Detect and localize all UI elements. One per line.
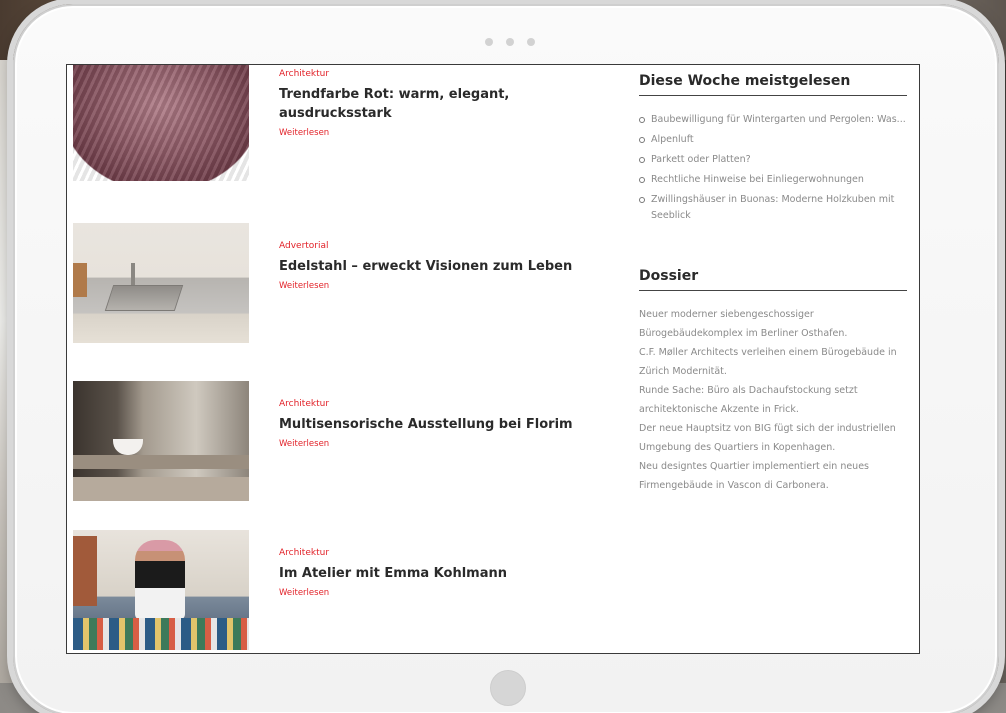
dossier-section: Dossier Neuer moderner siebengeschossige… xyxy=(639,268,907,495)
atelier-shelf xyxy=(73,536,97,606)
most-read-item[interactable]: Parkett oder Platten? xyxy=(639,152,907,168)
article-thumbnail[interactable] xyxy=(73,223,249,343)
article-category[interactable]: Architektur xyxy=(279,399,599,409)
dossier-item[interactable]: C.F. Møller Architects verleihen einem B… xyxy=(639,343,907,381)
dossier-heading: Dossier xyxy=(639,268,907,291)
article-title[interactable]: Edelstahl – erweckt Visionen zum Leben xyxy=(279,257,599,276)
article-title[interactable]: Im Atelier mit Emma Kohlmann xyxy=(279,564,599,583)
bath-floor xyxy=(73,477,249,501)
article-text: Architektur Trendfarbe Rot: warm, elegan… xyxy=(279,69,599,138)
read-more-link[interactable]: Weiterlesen xyxy=(279,128,599,138)
article-title[interactable]: Trendfarbe Rot: warm, elegant, ausdrucks… xyxy=(279,85,599,123)
article-category[interactable]: Architektur xyxy=(279,69,599,79)
article-text: Advertorial Edelstahl – erweckt Visionen… xyxy=(279,241,599,291)
bath-shelf xyxy=(73,455,249,469)
dossier-item[interactable]: Runde Sache: Büro als Dachaufstockung se… xyxy=(639,381,907,419)
article-thumbnail[interactable] xyxy=(73,381,249,501)
most-read-item[interactable]: Baubewilligung für Wintergarten und Perg… xyxy=(639,112,907,128)
article-thumbnail[interactable] xyxy=(73,65,249,181)
article-card[interactable]: Advertorial Edelstahl – erweckt Visionen… xyxy=(73,223,613,353)
most-read-item[interactable]: Zwillingshäuser in Buonas: Moderne Holzk… xyxy=(639,192,907,224)
article-title[interactable]: Multisensorische Ausstellung bei Florim xyxy=(279,415,599,434)
camera-dot xyxy=(527,38,535,46)
article-category[interactable]: Advertorial xyxy=(279,241,599,251)
tablet-screen: Architektur Trendfarbe Rot: warm, elegan… xyxy=(66,64,920,654)
cutting-board xyxy=(73,263,87,297)
camera-dots xyxy=(485,38,535,48)
camera-dot xyxy=(506,38,514,46)
article-card[interactable]: Architektur Multisensorische Ausstellung… xyxy=(73,381,613,511)
article-text: Architektur Multisensorische Ausstellung… xyxy=(279,399,599,449)
sink-basin xyxy=(104,285,184,311)
bath-bowl xyxy=(113,439,143,455)
sidebar: Diese Woche meistgelesen Baubewilligung … xyxy=(639,73,907,495)
article-card[interactable]: Architektur Trendfarbe Rot: warm, elegan… xyxy=(73,65,613,185)
read-more-link[interactable]: Weiterlesen xyxy=(279,588,599,598)
most-read-list: Baubewilligung für Wintergarten und Perg… xyxy=(639,112,907,224)
paint-table xyxy=(73,618,249,650)
home-button[interactable] xyxy=(490,670,526,706)
artist-figure xyxy=(135,540,185,620)
most-read-item[interactable]: Alpenluft xyxy=(639,132,907,148)
dossier-list: Neuer moderner siebengeschossiger Büroge… xyxy=(639,305,907,495)
camera-dot xyxy=(485,38,493,46)
most-read-item[interactable]: Rechtliche Hinweise bei Einliegerwohnung… xyxy=(639,172,907,188)
article-text: Architektur Im Atelier mit Emma Kohlmann… xyxy=(279,548,599,598)
article-thumbnail[interactable] xyxy=(73,530,249,650)
read-more-link[interactable]: Weiterlesen xyxy=(279,281,599,291)
article-category[interactable]: Architektur xyxy=(279,548,599,558)
dossier-item[interactable]: Der neue Hauptsitz von BIG fügt sich der… xyxy=(639,419,907,457)
dossier-item[interactable]: Neu designtes Quartier implementiert ein… xyxy=(639,457,907,495)
dossier-item[interactable]: Neuer moderner siebengeschossiger Büroge… xyxy=(639,305,907,343)
article-card[interactable]: Architektur Im Atelier mit Emma Kohlmann… xyxy=(73,530,613,653)
read-more-link[interactable]: Weiterlesen xyxy=(279,439,599,449)
most-read-heading: Diese Woche meistgelesen xyxy=(639,73,907,96)
